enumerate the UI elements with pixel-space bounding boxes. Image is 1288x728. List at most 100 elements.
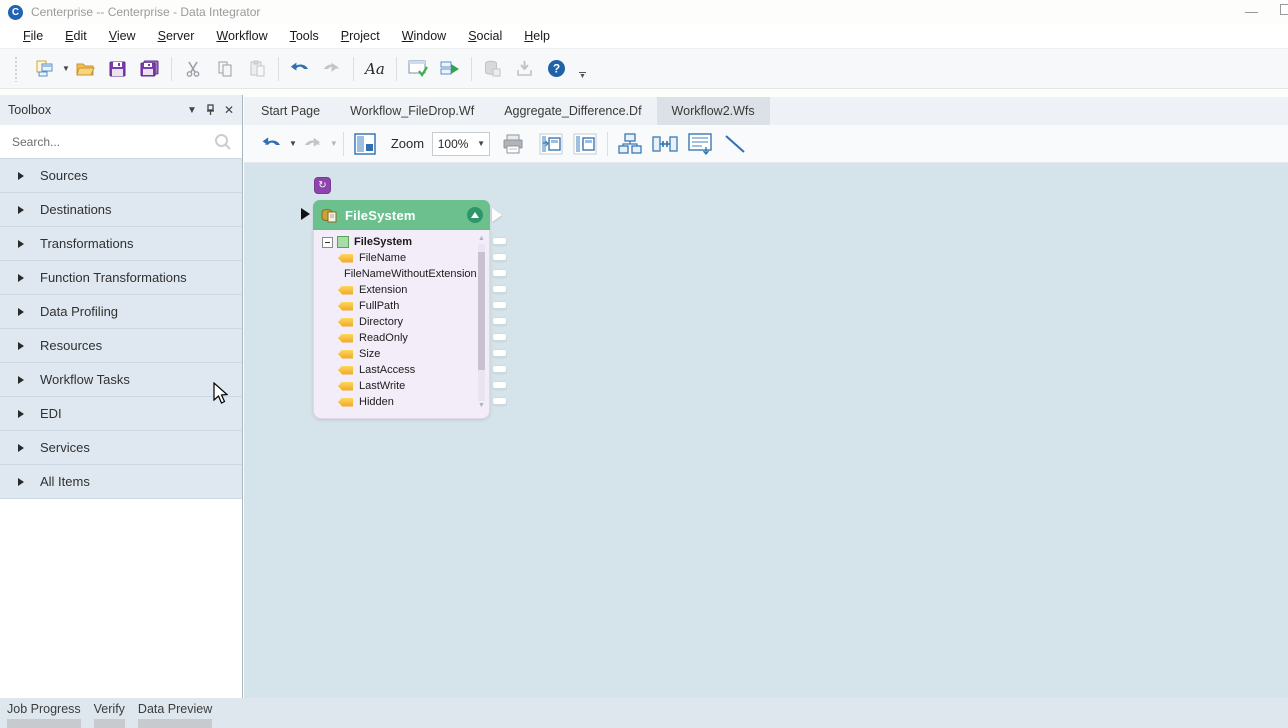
collapse-node-button[interactable] [467,207,483,223]
copy-button[interactable] [212,56,238,82]
show-node-list-button[interactable] [686,131,714,157]
expand-arrow-icon[interactable] [18,444,24,452]
menu-item-view[interactable]: View [98,25,147,47]
scroll-up-icon[interactable]: ▲ [477,235,486,243]
tree-root-row[interactable]: FileSystem [322,234,473,250]
menu-item-social[interactable]: Social [457,25,513,47]
output-port[interactable] [492,301,507,309]
window-position-icon[interactable]: ▼ [187,105,197,116]
align-horizontal-button[interactable] [650,131,680,157]
toolbox-item-services[interactable]: Services [0,431,242,465]
output-port[interactable] [492,269,507,277]
toolbar-grip[interactable] [14,56,19,82]
field-row-hidden[interactable]: Hidden [322,394,473,410]
undo-button[interactable] [287,56,313,82]
field-row-filename[interactable]: FileName [322,250,473,266]
filesystem-node-body[interactable]: FileSystem FileNameFileNameWithoutExtens… [313,230,490,419]
tab-workflow2-wfs[interactable]: Workflow2.Wfs [657,97,770,125]
field-row-lastwrite[interactable]: LastWrite [322,378,473,394]
statusbar-tab-data-preview[interactable]: Data Preview [138,698,212,728]
scrollbar-thumb[interactable] [478,252,485,370]
output-port[interactable] [492,253,507,261]
expand-arrow-icon[interactable] [18,478,24,486]
toolbox-item-resources[interactable]: Resources [0,329,242,363]
cut-button[interactable] [180,56,206,82]
tab-aggregate-difference-df[interactable]: Aggregate_Difference.Df [489,97,656,125]
toolbox-item-data-profiling[interactable]: Data Profiling [0,295,242,329]
menu-item-server[interactable]: Server [147,25,206,47]
menu-item-file[interactable]: File [12,25,54,47]
help-button[interactable]: ? [544,56,570,82]
output-port[interactable] [492,349,507,357]
output-port[interactable] [492,237,507,245]
designer-canvas[interactable]: ↻ FileSystem FileSystem [244,163,1288,698]
menu-item-tools[interactable]: Tools [279,25,330,47]
new-dropdown-caret[interactable]: ▼ [62,64,70,73]
new-button[interactable] [32,56,58,82]
filesystem-node-header[interactable]: FileSystem [313,200,490,230]
open-button[interactable] [73,56,99,82]
expand-arrow-icon[interactable] [18,308,24,316]
expand-arrow-icon[interactable] [18,342,24,350]
filesystem-node[interactable]: FileSystem FileSystem FileNameFileNameWi… [313,200,490,419]
menu-item-help[interactable]: Help [513,25,561,47]
menu-item-edit[interactable]: Edit [54,25,98,47]
auto-layout-button[interactable] [616,131,644,157]
field-row-readonly[interactable]: ReadOnly [322,330,473,346]
redo-button[interactable] [319,56,345,82]
refresh-badge-icon[interactable]: ↻ [314,177,331,194]
expand-all-nodes-button[interactable] [537,131,565,157]
toolbox-item-sources[interactable]: Sources [0,159,242,193]
field-row-lastaccess[interactable]: LastAccess [322,362,473,378]
expand-arrow-icon[interactable] [18,274,24,282]
scroll-down-icon[interactable]: ▼ [477,402,486,410]
collapse-all-nodes-button[interactable] [571,131,599,157]
draw-link-button[interactable] [721,131,749,157]
canvas-undo-caret[interactable]: ▼ [289,139,297,148]
tab-workflow-filedrop-wf[interactable]: Workflow_FileDrop.Wf [335,97,489,125]
statusbar-tab-job-progress[interactable]: Job Progress [7,698,81,728]
search-input[interactable] [0,125,242,158]
canvas-undo-button[interactable] [259,131,285,157]
pin-icon[interactable] [206,104,215,116]
output-port[interactable] [492,285,507,293]
zoom-value-input[interactable] [433,137,473,151]
field-row-fullpath[interactable]: FullPath [322,298,473,314]
job-monitor-button[interactable] [480,56,506,82]
expand-arrow-icon[interactable] [18,172,24,180]
toolbox-item-destinations[interactable]: Destinations [0,193,242,227]
field-row-size[interactable]: Size [322,346,473,362]
toolbox-item-edi[interactable]: EDI [0,397,242,431]
close-icon[interactable]: ✕ [224,103,234,117]
toolbox-item-all-items[interactable]: All Items [0,465,242,499]
save-all-button[interactable] [137,56,163,82]
restore-button[interactable] [1280,4,1288,15]
field-row-extension[interactable]: Extension [322,282,473,298]
font-button[interactable]: Aa [362,56,388,82]
node-output-port[interactable] [492,208,502,222]
verify-button[interactable] [405,56,431,82]
node-input-port[interactable] [301,208,310,220]
deploy-button[interactable] [512,56,538,82]
tab-start-page[interactable]: Start Page [246,97,335,125]
output-port[interactable] [492,381,507,389]
menu-item-project[interactable]: Project [330,25,391,47]
toolbox-item-transformations[interactable]: Transformations [0,227,242,261]
menu-item-workflow[interactable]: Workflow [205,25,278,47]
node-scrollbar[interactable]: ▲ ▼ [477,235,486,410]
output-port[interactable] [492,397,507,405]
output-port[interactable] [492,333,507,341]
canvas-redo-caret[interactable]: ▼ [330,139,338,148]
field-row-filenamewithoutextension[interactable]: FileNameWithoutExtension [322,266,473,282]
output-port[interactable] [492,317,507,325]
minimize-button[interactable]: — [1245,7,1258,17]
expand-arrow-icon[interactable] [18,376,24,384]
start-job-button[interactable] [437,56,463,82]
output-port[interactable] [492,365,507,373]
toolbar-overflow-button[interactable]: ▼ [579,72,586,80]
toolbox-item-function-transformations[interactable]: Function Transformations [0,261,242,295]
overview-button[interactable] [352,131,378,157]
expand-arrow-icon[interactable] [18,410,24,418]
statusbar-tab-verify[interactable]: Verify [94,698,125,728]
collapse-tree-icon[interactable] [322,237,333,248]
